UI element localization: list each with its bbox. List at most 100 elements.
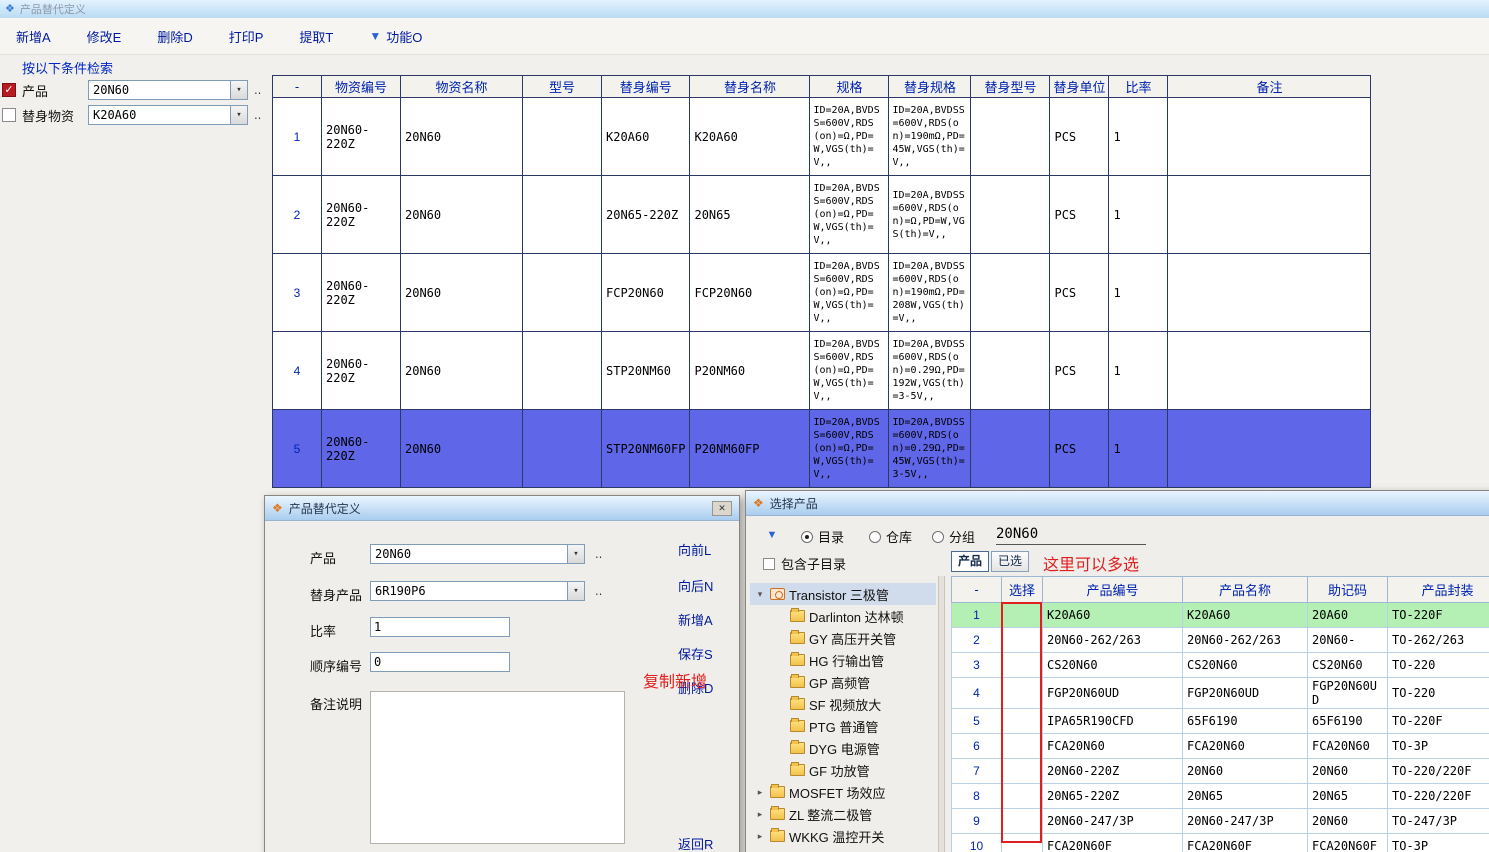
cell[interactable]: PCS	[1050, 254, 1109, 332]
cell[interactable]: 20N65	[1308, 784, 1388, 809]
cell[interactable]: TO-262/263	[1388, 628, 1489, 653]
picker-row[interactable]: 820N65-220Z20N6520N65TO-220/220F	[952, 784, 1489, 809]
substitution-row[interactable]: 420N60-220Z20N60STP20NM60P20NM60ID=20A,B…	[273, 332, 1371, 410]
tree-item[interactable]: PTG 普通管	[750, 715, 936, 737]
cell[interactable]: 20N60-220Z	[1043, 759, 1183, 784]
next-button[interactable]: 向后N	[678, 576, 713, 595]
cell[interactable]: ID=20A,BVDSS=600V,RDS(on)=Ω,PD=W,VGS(th)…	[810, 254, 889, 332]
cell[interactable]	[971, 254, 1050, 332]
cell[interactable]	[1002, 678, 1043, 709]
cell[interactable]	[1002, 709, 1043, 734]
substitution-row[interactable]: 320N60-220Z20N60FCP20N60FCP20N60ID=20A,B…	[273, 254, 1371, 332]
cell[interactable]: CS20N60	[1308, 653, 1388, 678]
cell[interactable]: P20NM60FP	[690, 410, 810, 488]
cell[interactable]: TO-220	[1388, 678, 1489, 709]
chevron-down-icon[interactable]: ▾	[230, 81, 247, 99]
cell[interactable]	[1168, 176, 1371, 254]
chevron-down-icon[interactable]: ▾	[567, 582, 584, 600]
tab-products[interactable]: 产品	[951, 551, 989, 572]
cell[interactable]: 20N60-247/3P	[1043, 809, 1183, 834]
cell[interactable]: K20A60	[1183, 603, 1308, 628]
cell[interactable]: 20N60-262/263	[1043, 628, 1183, 653]
cell[interactable]	[1002, 759, 1043, 784]
menu-edit[interactable]: 修改E	[87, 27, 122, 46]
cell[interactable]: ID=20A,BVDSS=600V,RDS(on)=0.29Ω,PD=45W,V…	[889, 410, 971, 488]
picker-row[interactable]: 1K20A60K20A6020A60TO-220F	[952, 603, 1489, 628]
cell[interactable]: K20A60	[1043, 603, 1183, 628]
cell[interactable]: FGP20N60UD	[1183, 678, 1308, 709]
picker-row[interactable]: 6FCA20N60FCA20N60FCA20N60TO-3P	[952, 734, 1489, 759]
cell[interactable]: P20NM60	[690, 332, 810, 410]
cell[interactable]: 4	[273, 332, 322, 410]
cell[interactable]: 3	[952, 653, 1002, 678]
radio-group[interactable]: 分组	[932, 527, 975, 546]
cell[interactable]: CS20N60	[1043, 653, 1183, 678]
cell[interactable]	[1168, 98, 1371, 176]
cell[interactable]	[1002, 603, 1043, 628]
cell[interactable]: 8	[952, 784, 1002, 809]
cell[interactable]: 5	[952, 709, 1002, 734]
cell[interactable]: STP20NM60FP	[602, 410, 690, 488]
cell[interactable]	[523, 332, 602, 410]
cell[interactable]: 1	[952, 603, 1002, 628]
cell[interactable]: TO-220/220F	[1388, 784, 1489, 809]
expand-icon[interactable]: ▸	[754, 831, 766, 842]
cell[interactable]: 20N60	[1183, 759, 1308, 784]
field-substitute-combobox[interactable]: 6R190P6 ▾	[370, 581, 585, 601]
cell[interactable]: TO-3P	[1388, 734, 1489, 759]
cell[interactable]: CS20N60	[1183, 653, 1308, 678]
picker-row[interactable]: 10FCA20N60FFCA20N60FFCA20N60FTO-3P	[952, 834, 1489, 852]
tree-item[interactable]: DYG 电源管	[750, 737, 936, 759]
tree-item[interactable]: HG 行输出管	[750, 649, 936, 671]
cell[interactable]: ID=20A,BVDSS=600V,RDS(on)=190mΩ,PD=45W,V…	[889, 98, 971, 176]
cell[interactable]: ID=20A,BVDSS=600V,RDS(on)=Ω,PD=W,VGS(th)…	[810, 332, 889, 410]
cell[interactable]: K20A60	[602, 98, 690, 176]
picker-row[interactable]: 220N60-262/26320N60-262/26320N60-TO-262/…	[952, 628, 1489, 653]
cell[interactable]: 1	[1109, 410, 1168, 488]
tree-item[interactable]: GF 功放管	[750, 759, 936, 781]
substitution-row[interactable]: 520N60-220Z20N60STP20NM60FPP20NM60FPID=2…	[273, 410, 1371, 488]
cell[interactable]: TO-220/220F	[1388, 759, 1489, 784]
product-more-button[interactable]: ‥	[254, 84, 262, 97]
picker-row[interactable]: 5IPA65R190CFD65F619065F6190TO-220F	[952, 709, 1489, 734]
chevron-down-icon[interactable]: ▾	[567, 545, 584, 563]
cell[interactable]: 3	[273, 254, 322, 332]
picker-row[interactable]: 3CS20N60CS20N60CS20N60TO-220	[952, 653, 1489, 678]
picker-row[interactable]: 920N60-247/3P20N60-247/3P20N60TO-247/3P	[952, 809, 1489, 834]
prev-button[interactable]: 向前L	[678, 540, 711, 559]
cell[interactable]: 20N60	[1308, 809, 1388, 834]
cell[interactable]: 20N60-220Z	[322, 176, 401, 254]
cell[interactable]	[1168, 332, 1371, 410]
radio-warehouse[interactable]: 仓库	[869, 527, 912, 546]
substitute-more-button[interactable]: ‥	[254, 109, 262, 122]
tree-item[interactable]: ▸WKKG 温控开关	[750, 825, 936, 847]
substitute-more-button[interactable]: ‥	[595, 585, 603, 598]
cell[interactable]	[971, 410, 1050, 488]
cell[interactable]	[1002, 809, 1043, 834]
tree-item[interactable]: GY 高压开关管	[750, 627, 936, 649]
cell[interactable]: FGP20N60UD	[1308, 678, 1388, 709]
cell[interactable]	[523, 410, 602, 488]
substitute-checkbox[interactable]	[2, 108, 16, 122]
cell[interactable]: 20N60	[1308, 759, 1388, 784]
picker-down-arrow-button[interactable]: ▼	[763, 528, 781, 544]
cell[interactable]: 65F6190	[1308, 709, 1388, 734]
product-checkbox[interactable]: ✓	[2, 83, 16, 97]
cell[interactable]: 1	[273, 98, 322, 176]
cell[interactable]: 1	[1109, 332, 1168, 410]
edit-dialog-titlebar[interactable]: ❖ 产品替代定义 ✕	[265, 496, 739, 521]
cell[interactable]: 20A60	[1308, 603, 1388, 628]
note-textarea[interactable]	[370, 691, 625, 844]
cell[interactable]: 20N60-220Z	[322, 254, 401, 332]
cell[interactable]	[971, 176, 1050, 254]
cell[interactable]: ID=20A,BVDSS=600V,RDS(on)=Ω,PD=W,VGS(th)…	[810, 176, 889, 254]
cell[interactable]: PCS	[1050, 98, 1109, 176]
cell[interactable]: 20N65	[690, 176, 810, 254]
radio-catalog-icon[interactable]	[801, 531, 813, 543]
cell[interactable]: 20N60-	[1308, 628, 1388, 653]
cell[interactable]: 6	[952, 734, 1002, 759]
picker-row[interactable]: 4FGP20N60UDFGP20N60UDFGP20N60UDTO-220	[952, 678, 1489, 709]
cell[interactable]	[971, 98, 1050, 176]
picker-row[interactable]: 720N60-220Z20N6020N60TO-220/220F	[952, 759, 1489, 784]
chevron-down-icon[interactable]: ▾	[230, 106, 247, 124]
